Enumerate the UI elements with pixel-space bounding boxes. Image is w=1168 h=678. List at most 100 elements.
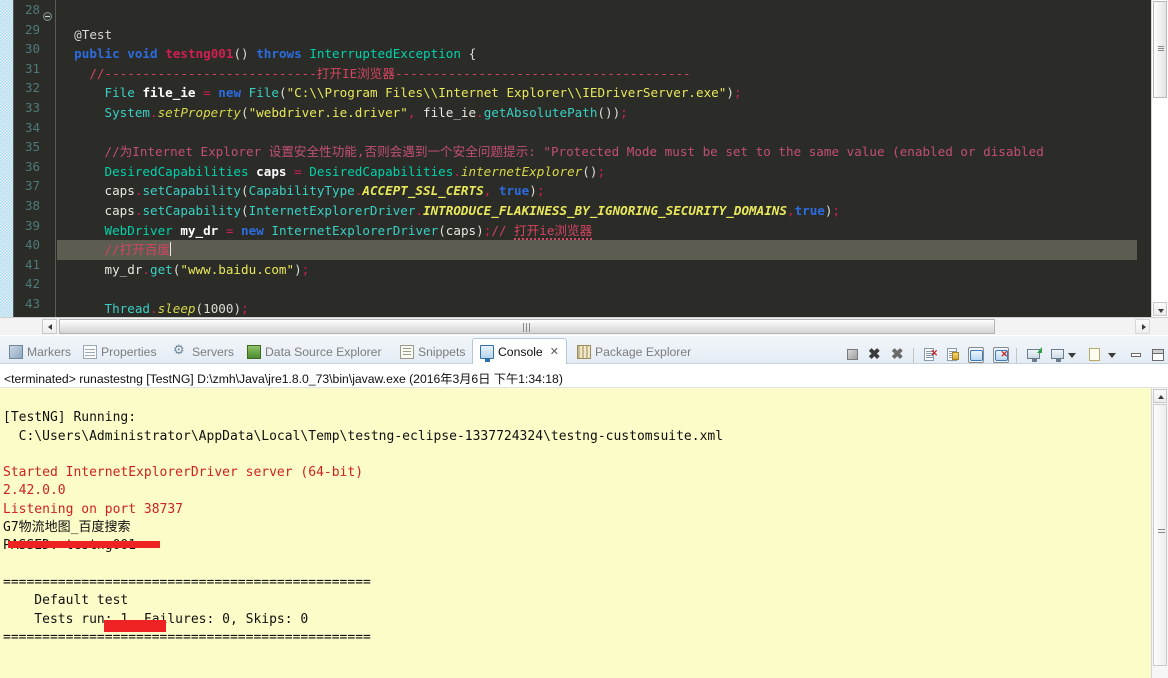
line-number: 29 xyxy=(24,21,40,37)
fold-collapse-icon[interactable] xyxy=(43,12,52,21)
terminate-button[interactable] xyxy=(845,347,861,363)
line-number: 31 xyxy=(24,60,40,76)
code-line[interactable] xyxy=(57,123,1137,143)
console-toolbar: ✖ ✖ ✕ ✕ xyxy=(840,346,1168,367)
code-line[interactable]: DesiredCapabilities caps = DesiredCapabi… xyxy=(57,162,1137,182)
close-icon[interactable]: ✕ xyxy=(550,345,559,358)
pin-console-button[interactable] xyxy=(968,347,984,363)
tab-label: Markers xyxy=(27,344,72,359)
console-line: Started InternetExplorerDriver server (6… xyxy=(3,465,364,481)
line-number: 40 xyxy=(24,237,40,253)
chevron-down-icon xyxy=(1108,353,1116,358)
tab-label: Data Source Explorer xyxy=(265,344,382,359)
toolbar-separator xyxy=(913,348,914,363)
remove-all-launches-button[interactable]: ✖ xyxy=(891,346,907,363)
editor-horizontal-scrollbar[interactable] xyxy=(0,317,1168,335)
annotation-highlight-summary xyxy=(104,620,166,632)
console-line: [TestNG] Running: xyxy=(3,410,137,426)
maximize-button[interactable] xyxy=(1150,347,1166,363)
code-line[interactable]: my_dr.get("www.baidu.com"); xyxy=(57,260,1137,280)
annotation-ruler[interactable] xyxy=(0,0,14,317)
console-line: Tests run: 1, Failures: 0, Skips: 0 xyxy=(34,611,309,627)
display-console-dropdown[interactable] xyxy=(1068,347,1078,363)
console-launch-header: <terminated> runastestng [TestNG] D:\zmh… xyxy=(0,366,1168,388)
scroll-down-arrow-icon[interactable] xyxy=(1153,302,1167,316)
gutter-separator xyxy=(55,0,56,317)
stop-square-icon xyxy=(847,349,858,360)
code-text[interactable]: @Test public void testng001() throws Int… xyxy=(57,0,1137,317)
code-line[interactable]: //----------------------------打开IE浏览器---… xyxy=(57,64,1137,84)
tab-markers[interactable]: Markers xyxy=(2,339,78,364)
line-number: 41 xyxy=(24,256,40,272)
green-arrow-icon xyxy=(1037,347,1042,353)
tab-servers[interactable]: Servers xyxy=(167,339,241,364)
console-line: ========================================… xyxy=(3,629,371,645)
properties-icon xyxy=(83,344,97,359)
line-number: 34 xyxy=(24,119,40,135)
code-line[interactable]: @Test xyxy=(57,25,1137,45)
console-line: PASSED: testng001 xyxy=(3,537,1151,555)
editor-vertical-scrollbar[interactable] xyxy=(1151,0,1168,317)
console-output[interactable]: [TestNG] Running: C:\Users\Administrator… xyxy=(0,388,1151,678)
tab-data-source-explorer[interactable]: Data Source Explorer xyxy=(240,339,389,364)
new-console-dropdown[interactable] xyxy=(1108,347,1118,363)
scroll-left-arrow-icon[interactable] xyxy=(42,319,57,334)
minimize-icon xyxy=(1131,353,1141,357)
tab-package-explorer[interactable]: Package Explorer xyxy=(570,339,698,364)
code-line[interactable]: caps.setCapability(CapabilityType.ACCEPT… xyxy=(57,181,1137,201)
display-console-button[interactable] xyxy=(1050,347,1066,363)
tab-snippets[interactable]: Snippets xyxy=(393,339,472,364)
scroll-right-arrow-icon[interactable] xyxy=(1135,319,1150,334)
code-line[interactable]: WebDriver my_dr = new InternetExplorerDr… xyxy=(57,221,1137,241)
console-line: G7物流地图_百度搜索 xyxy=(3,520,131,536)
console-vertical-scrollbar[interactable] xyxy=(1151,388,1168,678)
console-vertical-scroll-thumb[interactable] xyxy=(1153,404,1167,666)
code-line[interactable]: File file_ie = new File("C:\\Program Fil… xyxy=(57,83,1137,103)
clear-console-button[interactable]: ✕ xyxy=(922,347,938,363)
code-line[interactable] xyxy=(57,279,1137,299)
folding-column[interactable] xyxy=(42,0,54,317)
line-number: 32 xyxy=(24,80,40,96)
line-number-gutter: 27 28 29 30 31 32 33 34 35 36 37 38 39 4… xyxy=(15,0,42,317)
scroll-up-arrow-icon[interactable] xyxy=(1153,389,1167,403)
clear-mark-icon: ✕ xyxy=(930,348,938,358)
remove-launch-button[interactable]: ✖ xyxy=(868,346,884,363)
display-selected-console-button[interactable]: ✕ xyxy=(993,347,1009,363)
tab-properties[interactable]: Properties xyxy=(76,339,164,364)
console-line: ========================================… xyxy=(3,574,371,590)
editor-horizontal-scroll-thumb[interactable] xyxy=(59,319,995,334)
code-line[interactable]: caps.setCapability(InternetExplorerDrive… xyxy=(57,201,1137,221)
maximize-icon xyxy=(1152,349,1164,361)
toolbar-separator xyxy=(1016,348,1017,363)
code-line[interactable]: Thread.sleep(1000); xyxy=(57,299,1137,317)
console-line: C:\Users\Administrator\AppData\Local\Tem… xyxy=(3,428,724,444)
tab-label: Servers xyxy=(192,344,234,359)
code-line[interactable]: System.setProperty("webdriver.ie.driver"… xyxy=(57,103,1137,123)
lock-icon xyxy=(952,352,959,360)
code-line[interactable]: public void testng001() throws Interrupt… xyxy=(57,44,1137,64)
line-number: 27 xyxy=(23,0,40,6)
console-line: Default test xyxy=(3,593,129,609)
line-number: 39 xyxy=(24,217,40,233)
tab-label: Package Explorer xyxy=(595,344,692,359)
code-editor[interactable]: 27 28 29 30 31 32 33 34 35 36 37 38 39 4… xyxy=(0,0,1168,317)
double-x-icon: ✖ xyxy=(891,346,904,363)
tab-console[interactable]: Console ✕ xyxy=(472,338,567,364)
console-mark-icon: ✕ xyxy=(1000,349,1008,359)
snippets-icon xyxy=(400,344,414,359)
code-line-highlighted[interactable]: //打开百度 xyxy=(57,240,1137,260)
pin-console-icon xyxy=(970,350,983,361)
new-console-view-button[interactable] xyxy=(1088,347,1104,363)
minimize-button[interactable] xyxy=(1128,347,1144,363)
line-number: 36 xyxy=(24,158,40,174)
code-line[interactable]: //为Internet Explorer 设置安全性功能,否则会遇到一个安全问题… xyxy=(57,142,1137,162)
open-console-button[interactable] xyxy=(1026,347,1042,363)
scroll-lock-button[interactable] xyxy=(945,347,961,363)
tab-label: Console xyxy=(498,344,543,359)
tab-label: Snippets xyxy=(418,344,466,359)
monitor-icon xyxy=(1051,349,1064,362)
console-icon xyxy=(480,344,494,362)
editor-vertical-scroll-thumb[interactable] xyxy=(1153,1,1167,98)
